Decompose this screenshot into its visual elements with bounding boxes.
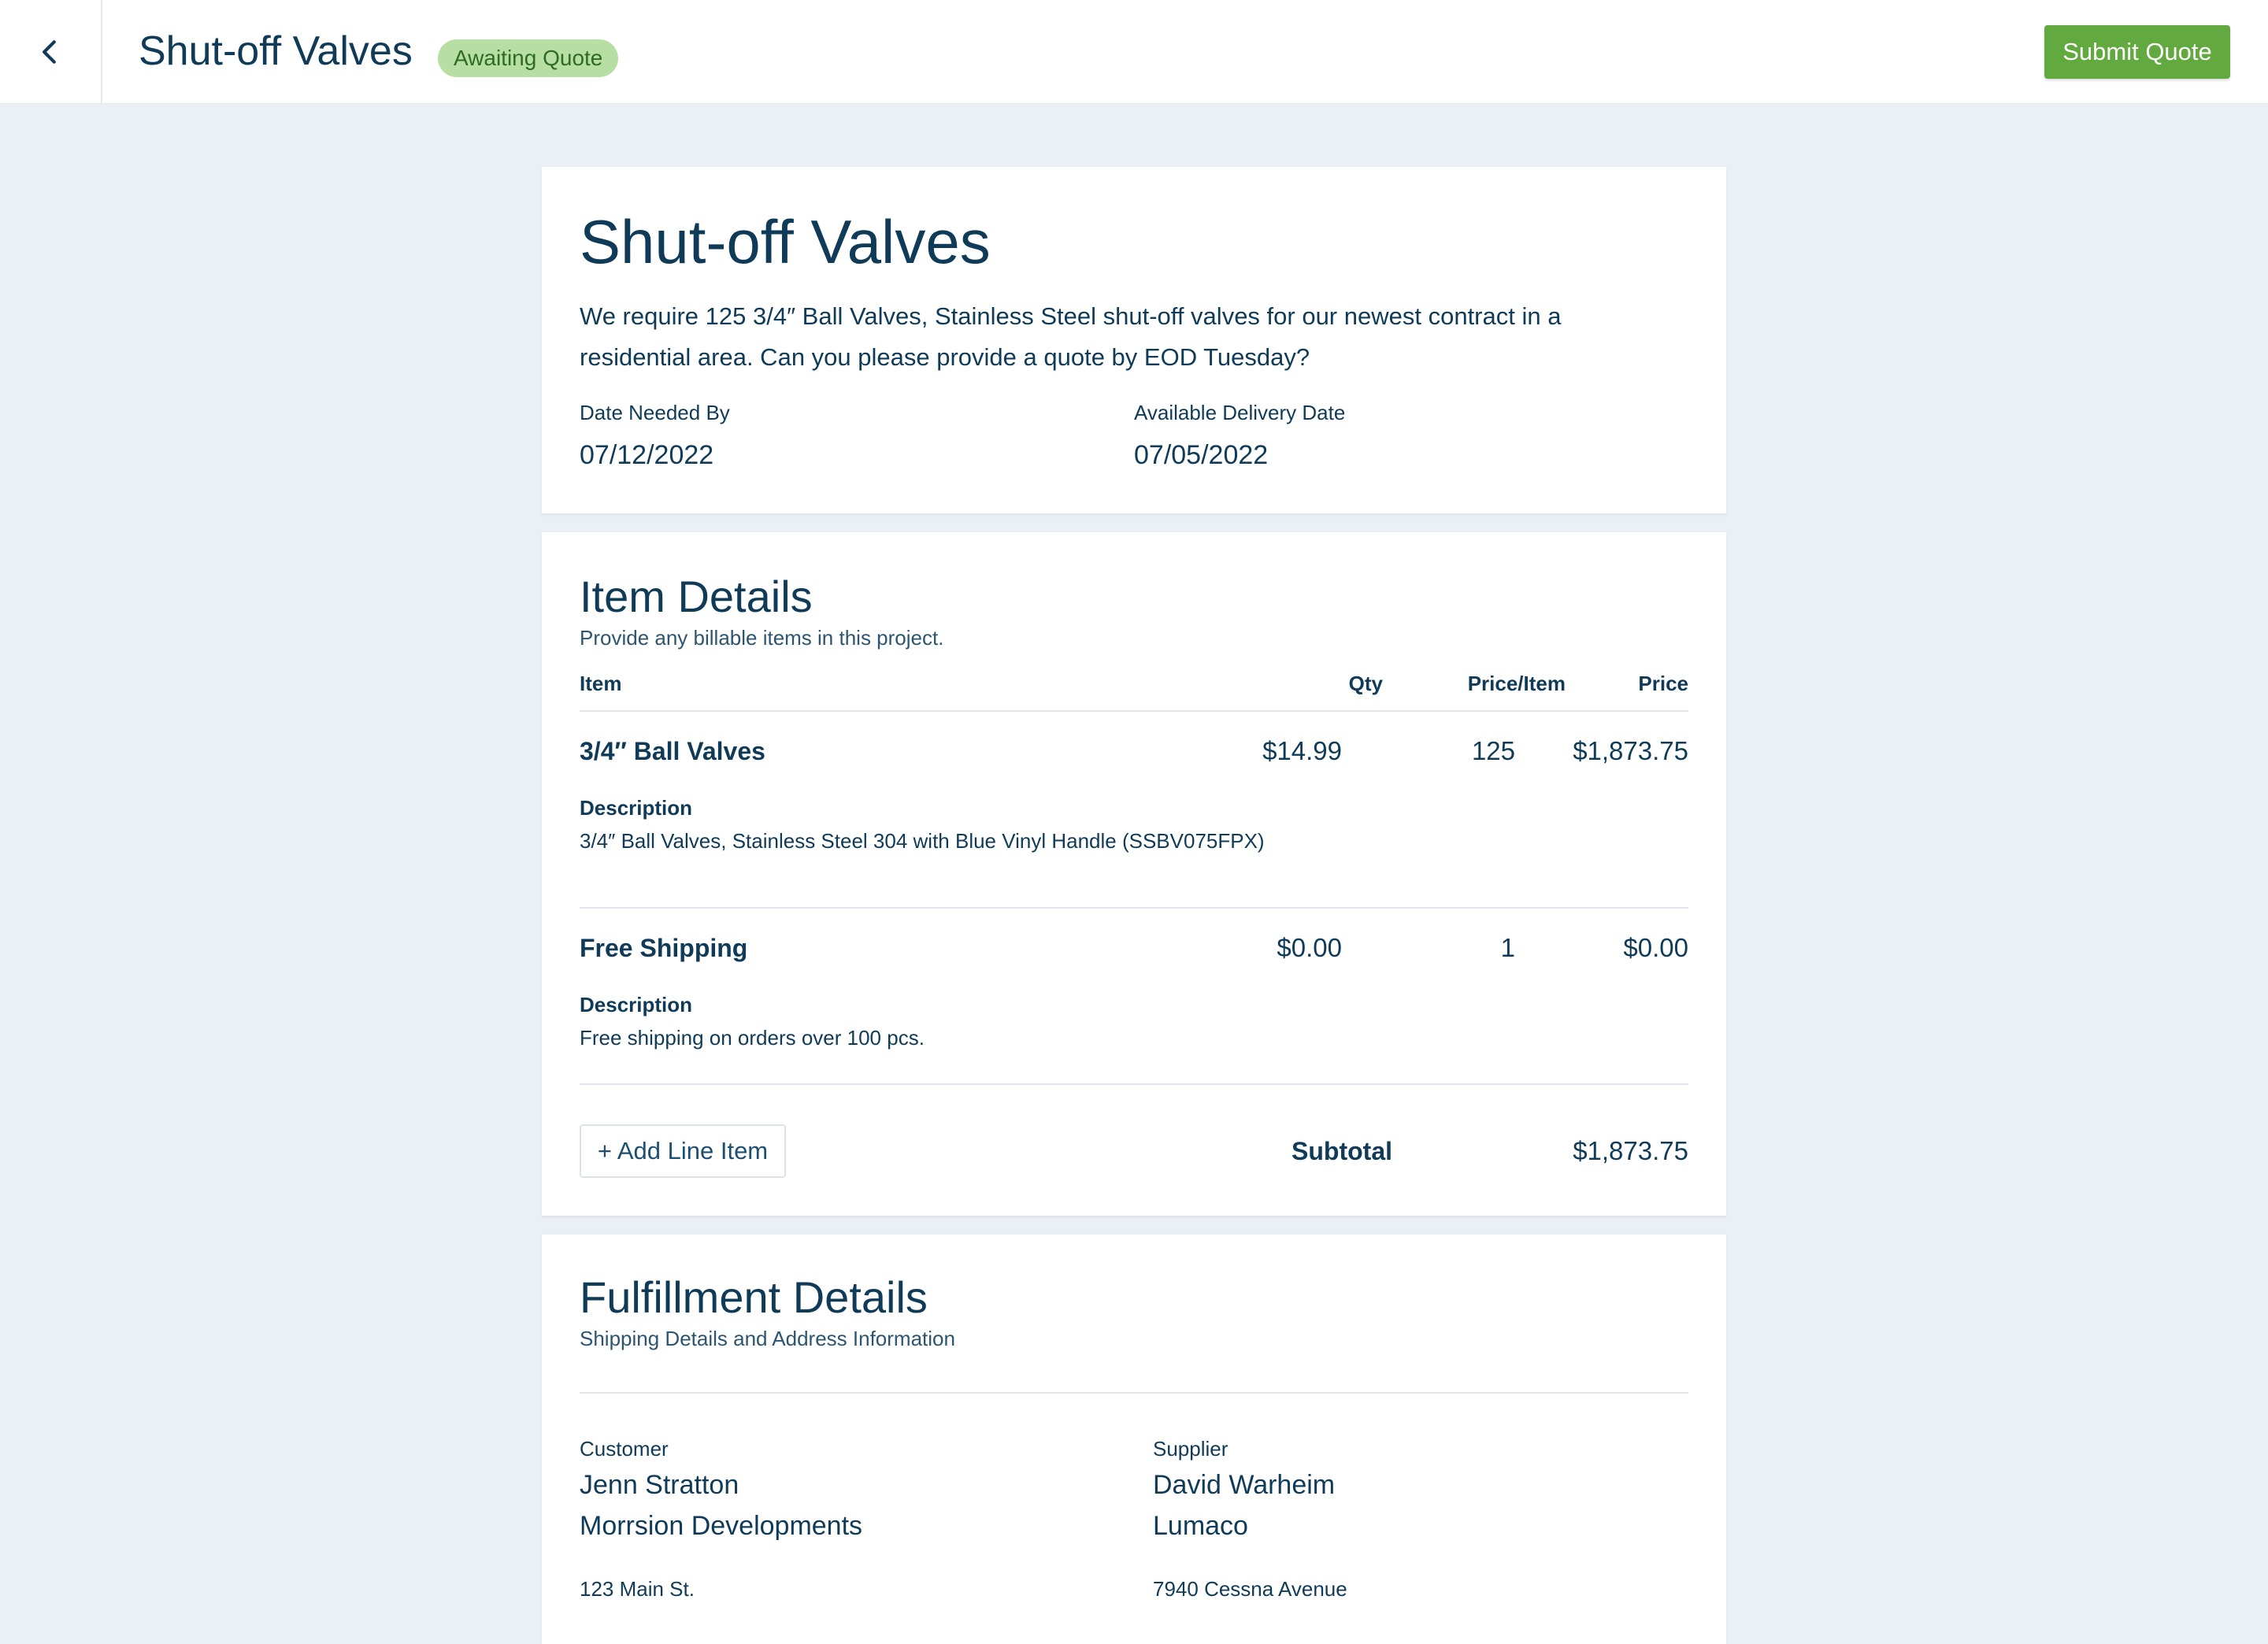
customer-name: Jenn Stratton (580, 1470, 739, 1500)
divider (580, 710, 1688, 712)
supplier-name: David Warheim (1153, 1470, 1336, 1500)
chevron-left-icon (43, 40, 56, 64)
item-price-per-item: $14.99 (1262, 736, 1342, 765)
submit-quote-button[interactable]: Submit Quote (2044, 25, 2230, 79)
top-bar: Shut-off Valves Awaiting Quote Submit Qu… (0, 0, 2268, 104)
page-title: Shut-off Valves (139, 28, 413, 74)
customer-label: Customer (580, 1437, 669, 1461)
status-badge: Awaiting Quote (438, 39, 619, 77)
divider (580, 907, 1688, 909)
back-button[interactable] (0, 0, 102, 104)
subtotal-label: Subtotal (1292, 1137, 1392, 1165)
item-details-title: Item Details (580, 572, 813, 621)
column-header-price: Price (1638, 672, 1688, 695)
fulfillment-card: Fulfillment Details Shipping Details and… (542, 1235, 1726, 1644)
divider (580, 1083, 1688, 1085)
supplier-address: 7940 Cessna Avenue (1153, 1577, 1347, 1601)
item-name: Free Shipping (580, 934, 748, 962)
request-description: We require 125 3/4″ Ball Valves, Stainle… (580, 302, 1562, 371)
item-description-label: Description (580, 993, 693, 1016)
delivery-date-value: 07/05/2022 (1134, 440, 1269, 470)
customer-address: 123 Main St. (580, 1577, 695, 1601)
item-price: $0.00 (1623, 933, 1688, 962)
item-description-label: Description (580, 796, 693, 820)
item-description: 3/4″ Ball Valves, Stainless Steel 304 wi… (580, 829, 1265, 853)
supplier-company: Lumaco (1153, 1511, 1248, 1541)
delivery-date-label: Available Delivery Date (1134, 401, 1346, 424)
subtotal-value: $1,873.75 (1573, 1136, 1688, 1165)
date-needed-value: 07/12/2022 (580, 440, 714, 470)
fulfillment-subtitle: Shipping Details and Address Information (580, 1327, 955, 1350)
item-price: $1,873.75 (1573, 736, 1688, 765)
date-needed-label: Date Needed By (580, 401, 730, 424)
item-details-subtitle: Provide any billable items in this proje… (580, 626, 944, 650)
request-card: Shut-off Valves We require 125 3/4″ Ball… (542, 167, 1726, 513)
item-details-card: Item Details Provide any billable items … (542, 532, 1726, 1216)
customer-company: Morrsion Developments (580, 1511, 863, 1541)
column-header-qty: Qty (1348, 672, 1383, 695)
column-header-item: Item (580, 672, 622, 695)
item-name: 3/4″ Ball Valves (580, 737, 765, 765)
add-line-item-button[interactable]: + Add Line Item (580, 1124, 786, 1178)
fulfillment-title: Fulfillment Details (580, 1272, 928, 1322)
item-description: Free shipping on orders over 100 pcs. (580, 1026, 925, 1050)
request-title: Shut-off Valves (580, 207, 991, 276)
supplier-label: Supplier (1153, 1437, 1228, 1461)
divider (580, 1392, 1688, 1394)
item-price-per-item: $0.00 (1277, 933, 1342, 962)
